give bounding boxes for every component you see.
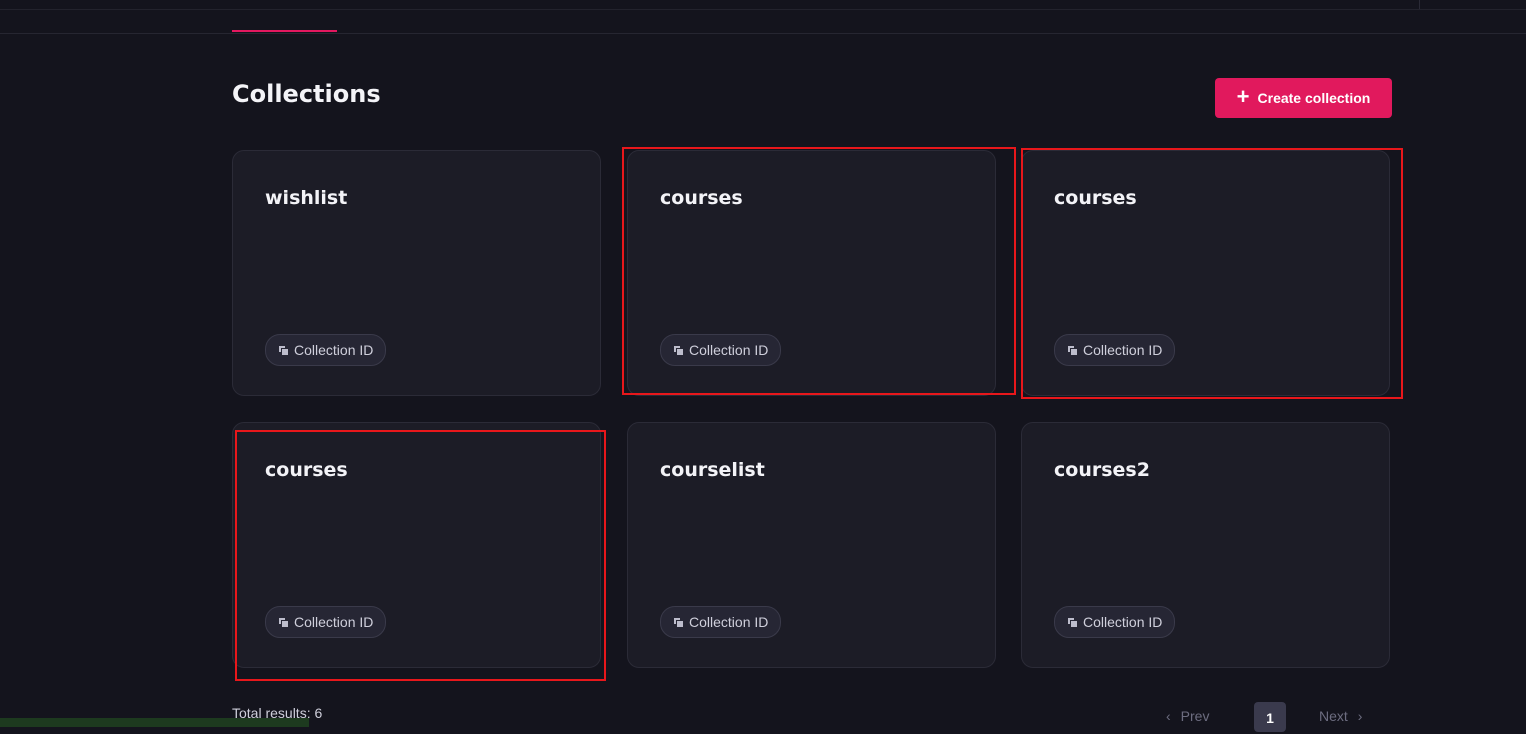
collection-name: courses bbox=[660, 187, 743, 209]
prev-label: Prev bbox=[1180, 708, 1210, 724]
copy-icon bbox=[1067, 345, 1078, 356]
divider bbox=[0, 9, 1526, 10]
current-page-button[interactable]: 1 bbox=[1254, 702, 1286, 732]
prev-page-button[interactable]: ‹ Prev bbox=[1166, 702, 1209, 730]
collection-card[interactable]: courses Collection ID bbox=[1021, 150, 1390, 396]
collection-id-label: Collection ID bbox=[294, 614, 374, 630]
collection-card[interactable]: courselist Collection ID bbox=[627, 422, 996, 668]
status-bar-url bbox=[0, 718, 309, 727]
plus-icon: + bbox=[1236, 84, 1250, 109]
collection-id-label: Collection ID bbox=[1083, 342, 1163, 358]
top-navigation bbox=[0, 0, 1526, 34]
copy-collection-id-button[interactable]: Collection ID bbox=[265, 334, 387, 366]
collection-id-label: Collection ID bbox=[689, 342, 769, 358]
collection-card[interactable]: courses Collection ID bbox=[627, 150, 996, 396]
collection-name: courses bbox=[265, 459, 348, 481]
copy-collection-id-button[interactable]: Collection ID bbox=[660, 334, 782, 366]
collection-id-label: Collection ID bbox=[1083, 614, 1163, 630]
collection-name: courses bbox=[1054, 187, 1137, 209]
copy-icon bbox=[673, 617, 684, 628]
copy-icon bbox=[278, 345, 289, 356]
chevron-right-icon: › bbox=[1357, 708, 1363, 724]
copy-icon bbox=[1067, 617, 1078, 628]
create-collection-button[interactable]: + Create collection bbox=[1215, 78, 1392, 118]
copy-collection-id-button[interactable]: Collection ID bbox=[1054, 606, 1176, 638]
divider bbox=[1419, 0, 1420, 9]
next-label: Next bbox=[1319, 708, 1348, 724]
collection-id-label: Collection ID bbox=[294, 342, 374, 358]
copy-collection-id-button[interactable]: Collection ID bbox=[1054, 334, 1176, 366]
chevron-left-icon: ‹ bbox=[1166, 708, 1171, 724]
copy-collection-id-button[interactable]: Collection ID bbox=[265, 606, 387, 638]
copy-icon bbox=[673, 345, 684, 356]
collection-card[interactable]: courses Collection ID bbox=[232, 422, 601, 668]
copy-icon bbox=[278, 617, 289, 628]
next-page-button[interactable]: Next › bbox=[1319, 702, 1362, 730]
collection-name: wishlist bbox=[265, 187, 348, 209]
create-collection-label: Create collection bbox=[1257, 90, 1371, 106]
active-tab-indicator bbox=[232, 30, 337, 32]
collection-card[interactable]: wishlist Collection ID bbox=[232, 150, 601, 396]
collection-card[interactable]: courses2 Collection ID bbox=[1021, 422, 1390, 668]
collection-name: courselist bbox=[660, 459, 765, 481]
collection-name: courses2 bbox=[1054, 459, 1150, 481]
copy-collection-id-button[interactable]: Collection ID bbox=[660, 606, 782, 638]
collection-id-label: Collection ID bbox=[689, 614, 769, 630]
page-title: Collections bbox=[232, 80, 381, 108]
